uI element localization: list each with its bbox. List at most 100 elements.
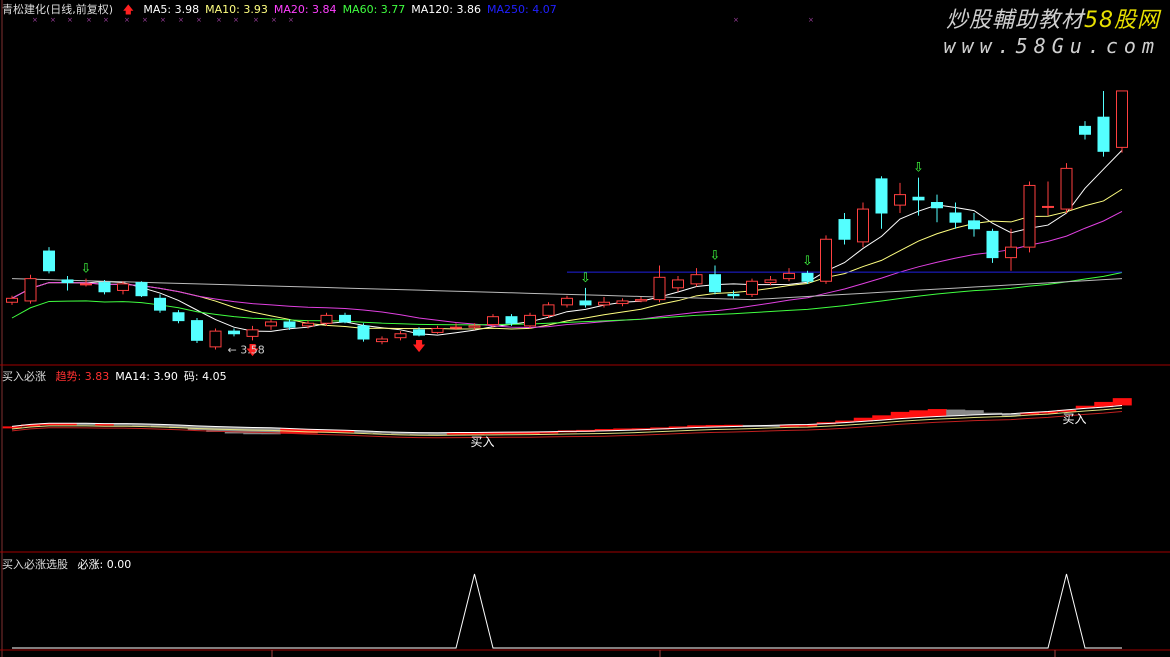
stock-chart[interactable]: ⇩⇩⇩ ⇩⇩🡇 🡇← 3.58× × × × × × × × × × × × × × × × ×买入买入 bbox=[0, 0, 1170, 657]
trend-block bbox=[890, 411, 910, 419]
candle-body bbox=[635, 299, 647, 302]
up-arrow-icon: 🡅 bbox=[122, 3, 134, 16]
candle-body bbox=[135, 282, 148, 297]
candle-body bbox=[579, 300, 592, 306]
mid-panel-title: 买入必涨 bbox=[2, 370, 46, 383]
buy-arrow-icon: ⇩ bbox=[913, 161, 924, 176]
trend-block bbox=[927, 409, 947, 417]
candle-body bbox=[1060, 167, 1073, 210]
candle-body bbox=[561, 297, 573, 306]
candle-body bbox=[209, 330, 222, 348]
sell-arrow-icon: 🡇 bbox=[412, 339, 425, 354]
trend-block bbox=[1112, 398, 1132, 406]
bottom-panel-header: 买入必涨选股 必涨: 0.00 bbox=[2, 556, 143, 572]
candle-body bbox=[1023, 184, 1036, 248]
candle-body bbox=[1042, 205, 1054, 208]
candle-body bbox=[875, 178, 888, 214]
candle-body bbox=[172, 312, 185, 322]
bottom-panel-title: 买入必涨选股 bbox=[2, 558, 68, 571]
buy-arrow-icon: ⇩ bbox=[81, 262, 92, 277]
main-indicator: MA60: 3.77 bbox=[342, 3, 406, 16]
candle-body bbox=[968, 220, 980, 230]
main-indicator: MA120: 3.86 bbox=[411, 3, 481, 16]
candle-body bbox=[468, 325, 481, 328]
watermark-brand: 58股网 bbox=[1084, 8, 1160, 33]
watermark-text: 炒股輔助教材 bbox=[945, 8, 1084, 33]
candle-body bbox=[764, 279, 777, 284]
candle-body bbox=[857, 208, 869, 243]
candle-body bbox=[616, 300, 629, 305]
candle-body bbox=[820, 238, 832, 282]
watermark-url: www.58Gu.com bbox=[943, 34, 1160, 58]
candle-body bbox=[487, 316, 499, 326]
candle-body bbox=[302, 322, 314, 327]
candle-body bbox=[505, 316, 518, 324]
candle-body bbox=[246, 329, 259, 337]
candle-body bbox=[727, 293, 740, 297]
candle-body bbox=[24, 278, 37, 302]
candle-body bbox=[690, 274, 703, 285]
candle-body bbox=[1116, 90, 1128, 148]
low-price-label: ← 3.58 bbox=[228, 344, 265, 357]
candle-body bbox=[801, 272, 814, 282]
candle-body bbox=[80, 283, 92, 286]
buy-arrow-icon: ⇩ bbox=[802, 254, 813, 269]
watermark: 炒股輔助教材58股网 www.58Gu.com bbox=[944, 2, 1161, 58]
main-indicator: MA10: 3.93 bbox=[205, 3, 268, 16]
buy-arrow-icon: ⇩ bbox=[710, 249, 721, 264]
mid-indicator: MA14: 3.90 bbox=[115, 370, 178, 383]
trend-block bbox=[946, 409, 966, 416]
candle-body bbox=[265, 321, 277, 327]
candle-body bbox=[783, 272, 795, 280]
main-panel-header: 青松建化(日线,前复权) 🡅 MA5: 3.98 MA10: 3.93 MA20: … bbox=[2, 1, 569, 20]
mid-indicator: 趋势: 3.83 bbox=[55, 370, 110, 383]
signal-line bbox=[12, 573, 1122, 649]
candle-body bbox=[98, 282, 111, 293]
candle-body bbox=[61, 279, 74, 284]
main-indicator: MA5: 3.98 bbox=[143, 3, 200, 16]
candle-body bbox=[653, 276, 666, 301]
candle-body bbox=[838, 219, 851, 240]
candle-body bbox=[339, 314, 351, 323]
candle-body bbox=[283, 321, 296, 328]
candle-body bbox=[894, 194, 906, 206]
candle-body bbox=[450, 326, 462, 329]
candle-body bbox=[43, 250, 55, 272]
candle-body bbox=[931, 202, 943, 209]
candle-body bbox=[598, 301, 610, 306]
candle-body bbox=[1079, 125, 1091, 135]
candle-body bbox=[672, 279, 684, 289]
marker-icon: × bbox=[808, 16, 814, 24]
candle-body bbox=[542, 304, 555, 316]
marker-icon: × bbox=[733, 16, 739, 24]
candle-body bbox=[117, 283, 129, 291]
candle-body bbox=[1097, 116, 1110, 152]
buy-arrow-icon: ⇩ bbox=[580, 271, 591, 286]
ma20-line bbox=[11, 211, 1123, 328]
candle-body bbox=[524, 314, 536, 327]
candle-body bbox=[912, 196, 925, 201]
main-indicator: MA250: 4.07 bbox=[487, 3, 557, 16]
ma14-line bbox=[11, 404, 1123, 434]
candle-body bbox=[154, 297, 166, 311]
mid-indicator: 码: 4.05 bbox=[183, 370, 227, 383]
candle-body bbox=[394, 333, 407, 339]
trend-block bbox=[909, 410, 929, 418]
candle-body bbox=[746, 280, 758, 295]
candle-body bbox=[709, 274, 721, 293]
candle-body bbox=[191, 320, 203, 341]
main-indicator: MA20: 3.84 bbox=[273, 3, 337, 16]
candle-body bbox=[228, 330, 240, 335]
candle-body bbox=[357, 325, 370, 340]
candle-body bbox=[1005, 246, 1017, 259]
candle-body bbox=[320, 314, 333, 324]
buy-signal-label: 买入 bbox=[470, 435, 494, 449]
candle-body bbox=[949, 212, 962, 223]
trend-block bbox=[243, 427, 263, 435]
candle-body bbox=[6, 297, 18, 303]
bottom-indicator: 必涨: 0.00 bbox=[77, 558, 132, 571]
candle-body bbox=[413, 329, 425, 336]
buy-signal-label: 买入 bbox=[1062, 412, 1086, 426]
candle-body bbox=[986, 230, 999, 259]
candle-body bbox=[431, 328, 444, 333]
